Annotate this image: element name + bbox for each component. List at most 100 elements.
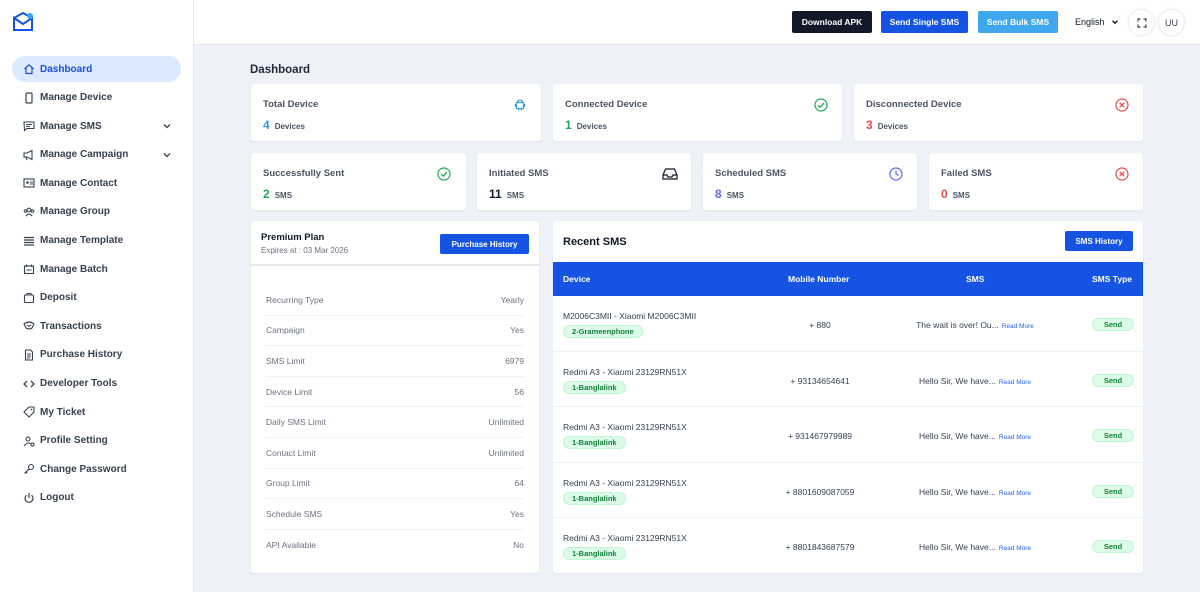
- chevron-down-icon[interactable]: [162, 150, 172, 160]
- stat-unit: SMS: [274, 191, 293, 200]
- plan-row-label: Contact Limit: [266, 447, 316, 458]
- send-bulk-sms-button[interactable]: Send Bulk SMS: [978, 11, 1058, 33]
- table-row: Redmi A3 - Xiaomi 23129RN51X 1-Banglalin…: [553, 518, 1143, 574]
- sidebar-item-profile-setting[interactable]: Profile Setting: [12, 428, 181, 454]
- campaign-icon: [23, 149, 35, 161]
- recent-sms-card: Recent SMS SMS History Device Mobile Num…: [553, 221, 1143, 573]
- check-circle-icon: [437, 167, 451, 181]
- ticket-icon: [23, 406, 35, 418]
- plan-row-label: Group Limit: [266, 478, 310, 489]
- read-more-link[interactable]: Read More: [999, 434, 1031, 441]
- fullscreen-icon: [1136, 17, 1147, 28]
- table-row: Redmi A3 - Xiaomi 23129RN51X 1-Banglalin…: [553, 352, 1143, 408]
- sidebar-item-label: Manage Campaign: [40, 149, 129, 161]
- purchase-history-button[interactable]: Purchase History: [440, 234, 529, 254]
- sidebar-item-deposit[interactable]: Deposit: [12, 285, 181, 311]
- mobile-number-cell: + 8801843687579: [785, 542, 855, 553]
- operator-badge: 1-Banglalink: [563, 380, 626, 394]
- plan-row-value: Yearly: [500, 294, 524, 305]
- stat-title: Disconnected Device: [866, 99, 962, 110]
- sidebar-item-label: Change Password: [40, 463, 127, 475]
- stat-value-group: 8 SMS: [715, 187, 744, 201]
- sidebar-item-label: Manage SMS: [40, 120, 102, 132]
- transactions-icon: [23, 320, 35, 332]
- sms-cell: The wait is over! Ou... Read More: [895, 320, 1055, 330]
- send-single-sms-button[interactable]: Send Single SMS: [881, 11, 968, 33]
- stat-value-group: 3 Devices: [866, 118, 908, 132]
- sms-type-badge: Send: [1092, 484, 1134, 498]
- table-row: Redmi A3 - Xiaomi 23129RN51X 1-Banglalin…: [553, 463, 1143, 519]
- stat-card-initiated-sms: Initiated SMS 11 SMS: [477, 153, 691, 210]
- plan-row-value: 6979: [505, 355, 524, 366]
- sidebar-item-manage-batch[interactable]: Manage Batch: [12, 256, 181, 282]
- stat-title: Total Device: [263, 99, 319, 110]
- sidebar-item-manage-contact[interactable]: Manage Contact: [12, 170, 181, 196]
- fullscreen-button[interactable]: [1129, 10, 1154, 35]
- stat-unit: Devices: [877, 122, 908, 131]
- avatar[interactable]: UU: [1159, 10, 1184, 35]
- sidebar-item-transactions[interactable]: Transactions: [12, 313, 181, 339]
- key-icon: [23, 463, 35, 475]
- stat-value: 3: [866, 118, 873, 132]
- sidebar-item-my-ticket[interactable]: My Ticket: [12, 399, 181, 425]
- inbox-icon: [662, 168, 678, 180]
- read-more-link[interactable]: Read More: [999, 490, 1031, 497]
- sidebar-item-label: Manage Group: [40, 206, 111, 218]
- sidebar-item-label: Purchase History: [40, 349, 123, 361]
- sms-history-button[interactable]: SMS History: [1065, 231, 1133, 251]
- table-row: M2006C3MII - Xiaomi M2006C3MII 2-Grameen…: [553, 296, 1143, 352]
- device-cell: Redmi A3 - Xiaomi 23129RN51X: [563, 477, 687, 488]
- stat-value: 11: [489, 187, 502, 201]
- plan-expiry: Expires at : 03 Mar 2026: [261, 246, 349, 255]
- message-icon: [23, 120, 35, 132]
- language-selector[interactable]: English: [1075, 17, 1119, 27]
- sms-cell: Hello Sir, We have... Read More: [895, 542, 1055, 552]
- x-circle-icon: [1115, 167, 1129, 181]
- document-icon: [23, 349, 35, 361]
- sidebar-item-manage-template[interactable]: Manage Template: [12, 228, 181, 254]
- sidebar-item-manage-device[interactable]: Manage Device: [12, 85, 181, 111]
- column-header-sms: SMS: [966, 274, 985, 284]
- plan-row: API Available No: [266, 530, 524, 561]
- android-icon: [514, 99, 526, 111]
- sms-cell: Hello Sir, We have... Read More: [895, 487, 1055, 497]
- sidebar-item-manage-campaign[interactable]: Manage Campaign: [12, 142, 181, 168]
- sidebar-item-developer-tools[interactable]: Developer Tools: [12, 371, 181, 397]
- sidebar-item-logout[interactable]: Logout: [12, 485, 181, 511]
- read-more-link[interactable]: Read More: [1002, 323, 1034, 330]
- sidebar: Dashboard Manage Device Manage SMS Manag…: [0, 0, 194, 592]
- read-more-link[interactable]: Read More: [999, 379, 1031, 386]
- read-more-link[interactable]: Read More: [999, 545, 1031, 552]
- sidebar-item-dashboard[interactable]: Dashboard: [12, 56, 181, 82]
- mobile-number-cell: + 93134654641: [790, 375, 850, 386]
- plan-row-label: SMS Limit: [266, 355, 305, 366]
- chevron-down-icon[interactable]: [162, 121, 172, 131]
- plan-row-label: Recurring Type: [266, 294, 324, 305]
- sms-preview: Hello Sir, We have...: [918, 542, 996, 553]
- check-circle-icon: [814, 98, 828, 112]
- recent-sms-table: Device Mobile Number SMS SMS Type M2006C…: [553, 262, 1143, 574]
- stat-unit: Devices: [576, 122, 607, 131]
- sidebar-item-purchase-history[interactable]: Purchase History: [12, 342, 181, 368]
- plan-row-label: Device Limit: [266, 386, 313, 397]
- code-icon: [23, 378, 35, 390]
- sidebar-item-manage-sms[interactable]: Manage SMS: [12, 113, 181, 139]
- plan-row: Daily SMS Limit Unlimited: [266, 407, 524, 438]
- sms-type-badge: Send: [1092, 429, 1134, 443]
- plan-row: Group Limit 64: [266, 469, 524, 500]
- stat-value-group: 2 SMS: [263, 187, 292, 201]
- plan-row-value: Yes: [510, 325, 524, 336]
- logo-icon[interactable]: [12, 12, 34, 32]
- language-label: English: [1075, 17, 1105, 27]
- sidebar-item-manage-group[interactable]: Manage Group: [12, 199, 181, 225]
- sidebar-item-label: Dashboard: [40, 63, 93, 75]
- x-circle-icon: [1115, 98, 1129, 112]
- plan-row-value: Yes: [510, 508, 524, 519]
- stat-card-scheduled-sms: Scheduled SMS 8 SMS: [703, 153, 917, 210]
- clock-icon: [889, 167, 903, 181]
- sidebar-item-change-password[interactable]: Change Password: [12, 456, 181, 482]
- sidebar-item-label: Deposit: [40, 292, 77, 304]
- download-apk-button[interactable]: Download APK: [792, 11, 872, 33]
- sidebar-item-label: My Ticket: [40, 406, 86, 418]
- premium-plan-card: Premium Plan Expires at : 03 Mar 2026 Pu…: [251, 221, 539, 573]
